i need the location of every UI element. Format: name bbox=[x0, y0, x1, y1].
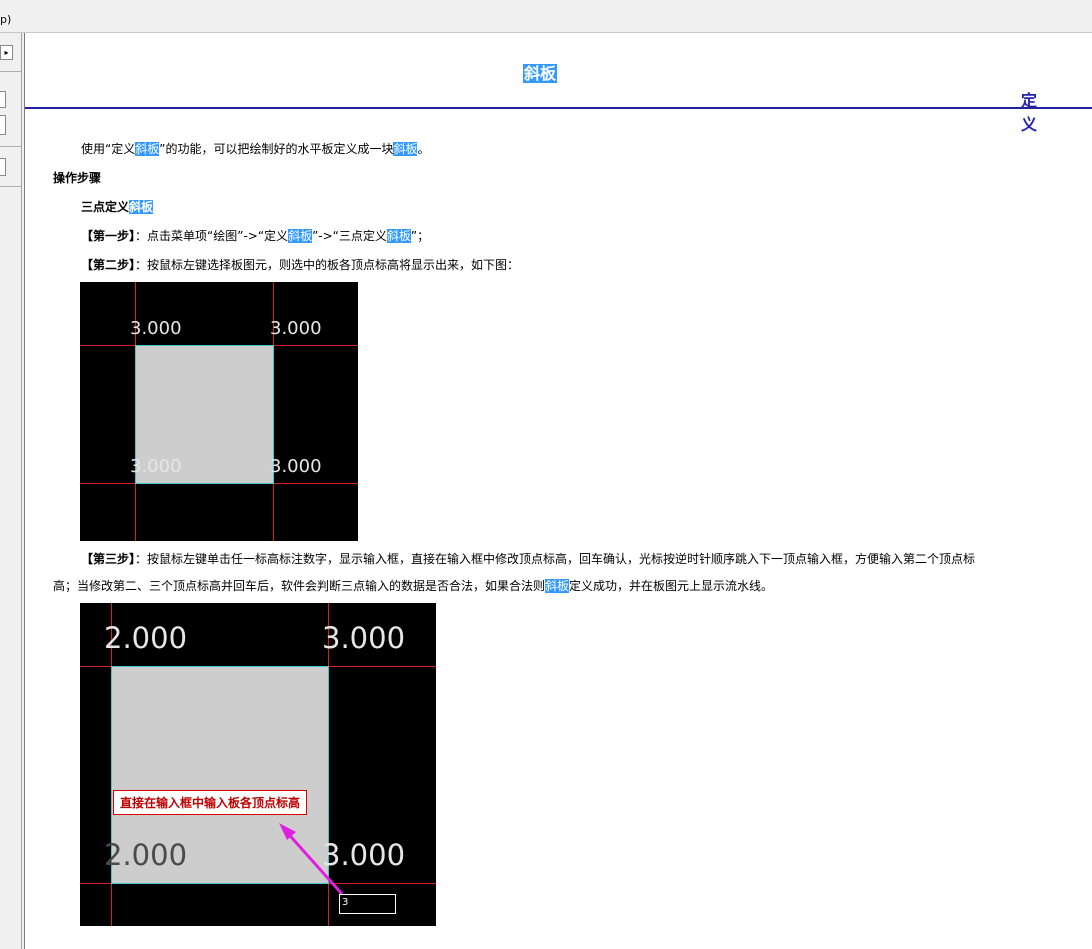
step1-paragraph: 【第一步】：点击菜单项“绘图”->“定义斜板”->“三点定义斜板”； bbox=[81, 229, 430, 243]
step2-paragraph: 【第二步】：按鼠标左键选择板图元，则选中的板各顶点标高将显示出来，如下图： bbox=[81, 258, 520, 272]
toolbar-button-2[interactable] bbox=[0, 115, 6, 135]
vertex-elevation-bl: 3.000 bbox=[130, 456, 182, 477]
intro-paragraph: 使用“定义斜板”的功能，可以把绘制好的水平板定义成一块斜板。 bbox=[81, 142, 430, 156]
expand-arrow-button[interactable]: ▸ bbox=[0, 45, 13, 60]
title-rule bbox=[25, 107, 1092, 109]
elevation-input[interactable]: 3 bbox=[339, 894, 396, 914]
step3-line1: 【第三步】：按鼠标左键单击任一标高标注数字，显示输入框，直接在输入框中修改顶点标… bbox=[81, 552, 976, 566]
title-highlight: 斜板 bbox=[523, 64, 558, 83]
figure-slab-edit: 2.000 3.000 2.000 3.000 直接在输入框中输入板各顶点标高 … bbox=[80, 603, 436, 926]
toolbar-button-3[interactable] bbox=[0, 158, 6, 176]
subheading: 三点定义斜板 bbox=[81, 200, 154, 214]
page-title: 定义 斜板 bbox=[25, 33, 1092, 134]
help-content: 定义 斜板 使用“定义斜板”的功能，可以把绘制好的水平板定义成一块斜板。 操作步骤… bbox=[24, 33, 1092, 949]
left-pane: ▸ bbox=[0, 33, 22, 949]
arrow-icon bbox=[279, 823, 344, 895]
vertex-elevation-tl: 3.000 bbox=[130, 318, 182, 339]
menu-bar: p) bbox=[0, 0, 1092, 33]
divider bbox=[0, 146, 21, 147]
figure-slab-vertices: 3.000 3.000 3.000 3.000 bbox=[80, 282, 358, 541]
vertex-elevation-br: 3.000 bbox=[270, 456, 322, 477]
step3-line2: 高；当修改第二、三个顶点标高并回车后，软件会判断三点输入的数据是否合法，如果合法… bbox=[53, 579, 774, 593]
toolbar-button-1[interactable] bbox=[0, 91, 6, 108]
divider bbox=[0, 71, 21, 72]
title-text: 定义 bbox=[1021, 91, 1038, 134]
menu-fragment[interactable]: p) bbox=[0, 13, 11, 26]
vertex-elevation-tr: 3.000 bbox=[270, 318, 322, 339]
section-heading: 操作步骤 bbox=[53, 171, 102, 185]
arrow-right-icon: ▸ bbox=[4, 48, 9, 57]
divider bbox=[0, 186, 21, 187]
